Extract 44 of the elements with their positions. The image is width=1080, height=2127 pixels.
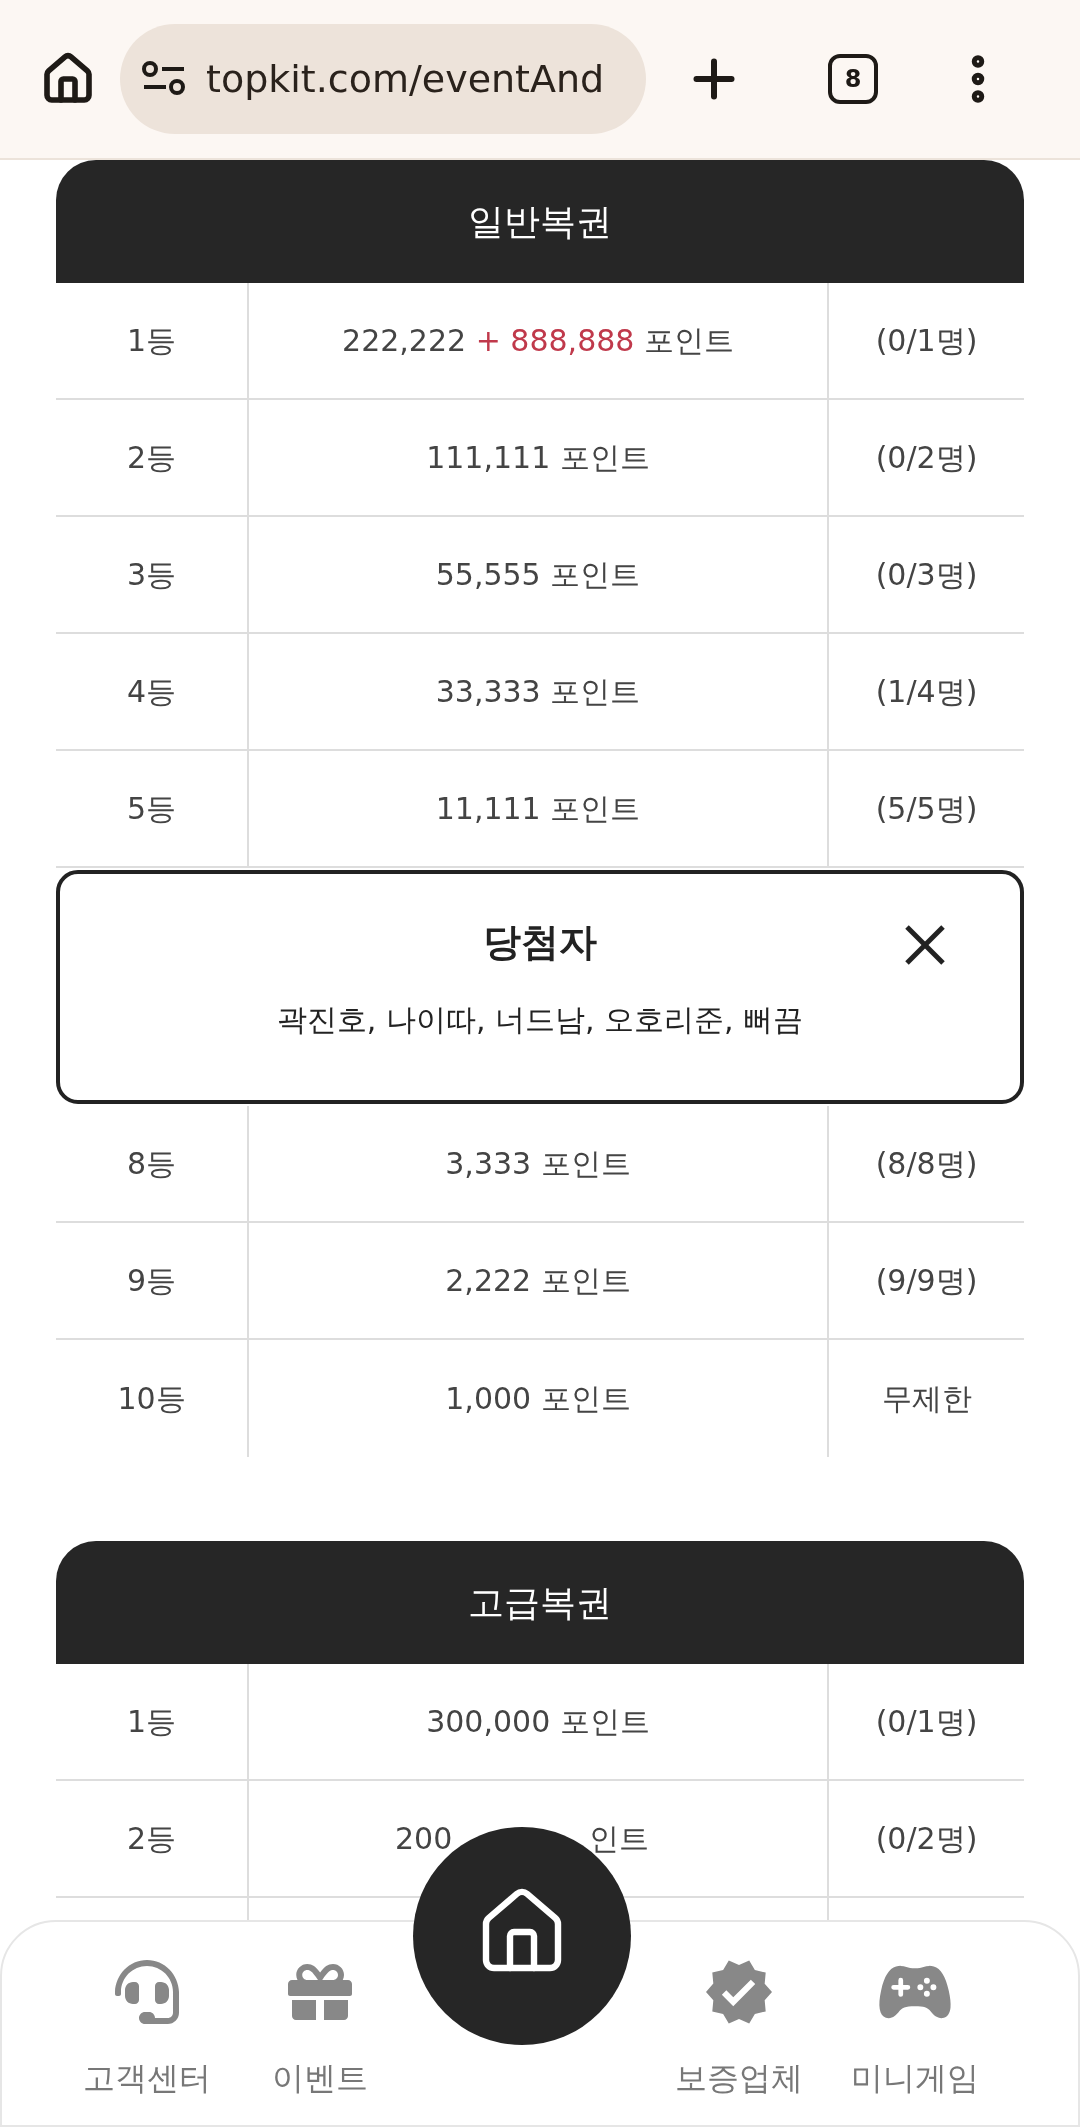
tab-count-button[interactable]: 8 [828,54,878,104]
count-cell-text: (0/1명) [875,322,978,360]
count-cell-text: (9/9명) [875,1262,978,1300]
rank-cell-text: 5등 [126,790,177,828]
prize-cell-text: 111,111 포인트 [426,439,650,477]
rank-cell-text: 1등 [126,322,177,360]
count-cell-text: (0/2명) [875,439,978,477]
close-icon[interactable] [904,924,946,966]
table-header: 고급복권 [56,1541,1024,1664]
count-cell-text: (0/3명) [875,556,978,594]
count-cell-text: (0/1명) [875,1703,978,1741]
headset-icon [114,1960,179,2024]
nav-item[interactable]: 미니게임 [827,1952,1003,2125]
nav-item[interactable]: 보증업체 [651,1952,827,2125]
rank-cell-text: 4등 [126,673,177,711]
count-cell-text: (8/8명) [875,1145,978,1183]
count-cell-text: (0/2명) [875,1820,978,1858]
count-cell-text: 무제한 [881,1380,972,1418]
count-cell-text: (1/4명) [875,673,978,711]
prize-cell-text: 222,222 + 888,888 포인트 [342,322,734,360]
winners-list: 곽진호, 나이따, 너드남, 오호리준, 뻐끔 [276,997,804,1042]
rank-cell-text: 3등 [126,556,177,594]
prize-cell-text: 11,111 포인트 [435,790,641,828]
rank-cell-text: 8등 [126,1145,177,1183]
rank-cell-text: 2등 [126,439,177,477]
rank-cell-text: 9등 [126,1262,177,1300]
rank-cell-text: 1등 [126,1703,177,1741]
count-cell-text: (5/5명) [875,790,978,828]
nav-item[interactable]: 이벤트 [233,1952,406,2125]
address-bar[interactable]: topkit.com/eventAnd [120,24,646,134]
rank-cell-text: 10등 [117,1380,186,1418]
prize-cell-text: 3,333 포인트 [445,1145,631,1183]
rank-cell-text: 2등 [126,1820,177,1858]
prize-cell-text: 300,000 포인트 [426,1703,650,1741]
nav-item[interactable]: 고객센터 [60,1952,233,2125]
prize-cell-text: 1,000 포인트 [445,1380,631,1418]
popup-title: 당첨자 [483,919,597,966]
prize-cell-text: 55,555 포인트 [435,556,641,594]
table-header: 일반복권 [56,160,1024,283]
prize-cell-text: 200 [395,1820,453,1858]
prize-cell-text: 33,333 포인트 [435,673,641,711]
prize-cell-text: 2,222 포인트 [445,1262,631,1300]
prize-cell-text: 인트 [589,1820,650,1858]
url-text: topkit.com/eventAnd [206,55,605,103]
